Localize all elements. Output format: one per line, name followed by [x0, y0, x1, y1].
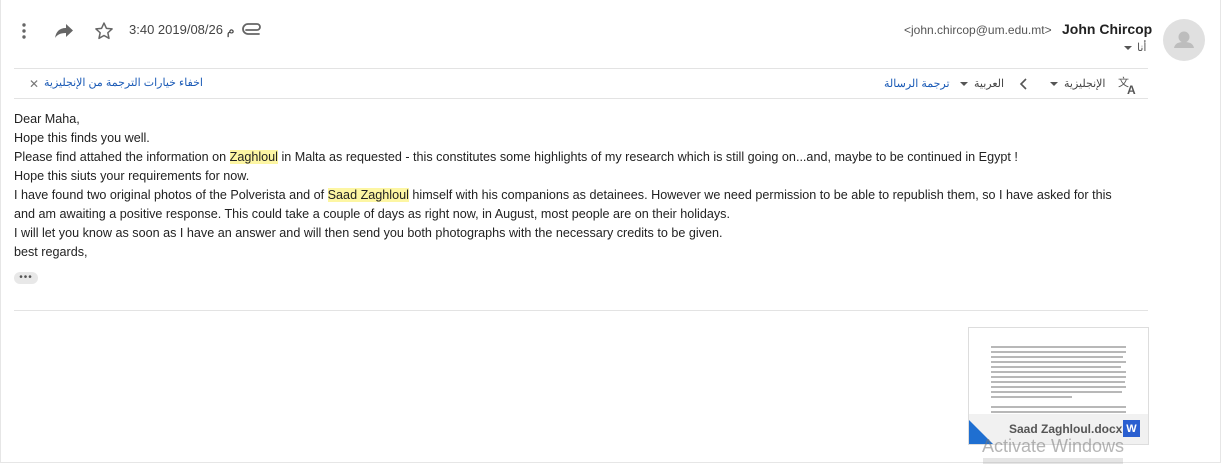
- recipient-line[interactable]: أنا: [1124, 41, 1146, 54]
- chevron-left-icon: [1018, 77, 1030, 91]
- sender-name[interactable]: John Chircop: [1062, 21, 1152, 37]
- star-icon[interactable]: [92, 19, 116, 43]
- body-line: Hope this siuts your requirements for no…: [14, 169, 250, 183]
- source-language-label: الإنجليزية: [1064, 78, 1106, 90]
- text-segment: himself with his companions as detainees…: [408, 188, 1112, 202]
- chevron-down-icon: [960, 81, 968, 86]
- body-line: Please find attahed the information on Z…: [14, 148, 1164, 167]
- translate-icon: 文 A: [1117, 74, 1139, 97]
- body-line: and am awaiting a positive response. Thi…: [14, 207, 730, 221]
- close-icon[interactable]: ✕: [29, 77, 39, 91]
- closing: best regards,: [14, 245, 88, 259]
- attachments-divider: [14, 310, 1148, 311]
- attachment-card[interactable]: Saad Zaghloul.docx W: [968, 327, 1149, 445]
- translate-message-link[interactable]: ترجمة الرسالة: [884, 77, 950, 90]
- text-segment: in Malta as requested - this constitutes…: [277, 150, 1018, 164]
- sender-email: <john.chircop@um.edu.mt>: [904, 23, 1052, 37]
- attachment-filename: Saad Zaghloul.docx: [1009, 422, 1123, 436]
- show-trimmed-content-button[interactable]: •••: [14, 272, 38, 284]
- body-line: I have found two original photos of the …: [14, 186, 1164, 205]
- message-body: Dear Maha, Hope this finds you well. Ple…: [14, 110, 1164, 262]
- target-language-select[interactable]: العربية: [960, 77, 1004, 90]
- highlighted-term: Saad Zaghloul: [327, 188, 409, 202]
- paperclip-icon: [242, 21, 264, 39]
- recipient-label: أنا: [1137, 42, 1147, 54]
- word-doc-icon: W: [1123, 420, 1140, 437]
- source-language-select[interactable]: الإنجليزية: [1050, 77, 1105, 90]
- message-date: 3:40 2019/08/26 م: [129, 22, 235, 37]
- body-line: I will let you know as soon as I have an…: [14, 226, 723, 240]
- chevron-down-icon[interactable]: [1124, 45, 1132, 50]
- activate-windows-watermark: Activate Windows: [982, 436, 1125, 456]
- hide-translation-link[interactable]: اخفاء خيارات الترجمة من الإنجليزية: [44, 76, 203, 89]
- more-vert-icon[interactable]: [12, 20, 36, 42]
- watermark-subtext: [983, 458, 1123, 464]
- forward-icon[interactable]: [52, 20, 76, 42]
- translation-divider: [14, 98, 1148, 99]
- target-language-label: العربية: [974, 78, 1005, 90]
- person-avatar-icon[interactable]: [1163, 19, 1205, 61]
- document-thumbnail: [969, 328, 1148, 423]
- chevron-down-icon: [1050, 81, 1058, 86]
- text-segment: Please find attahed the information on: [14, 150, 230, 164]
- translate-icon-glyph-b: A: [1127, 83, 1136, 96]
- header-divider: [14, 68, 1148, 69]
- greeting: Dear Maha,: [14, 112, 80, 126]
- text-segment: I have found two original photos of the …: [14, 188, 328, 202]
- body-line: Hope this finds you well.: [14, 131, 150, 145]
- highlighted-term: Zaghloul: [229, 150, 278, 164]
